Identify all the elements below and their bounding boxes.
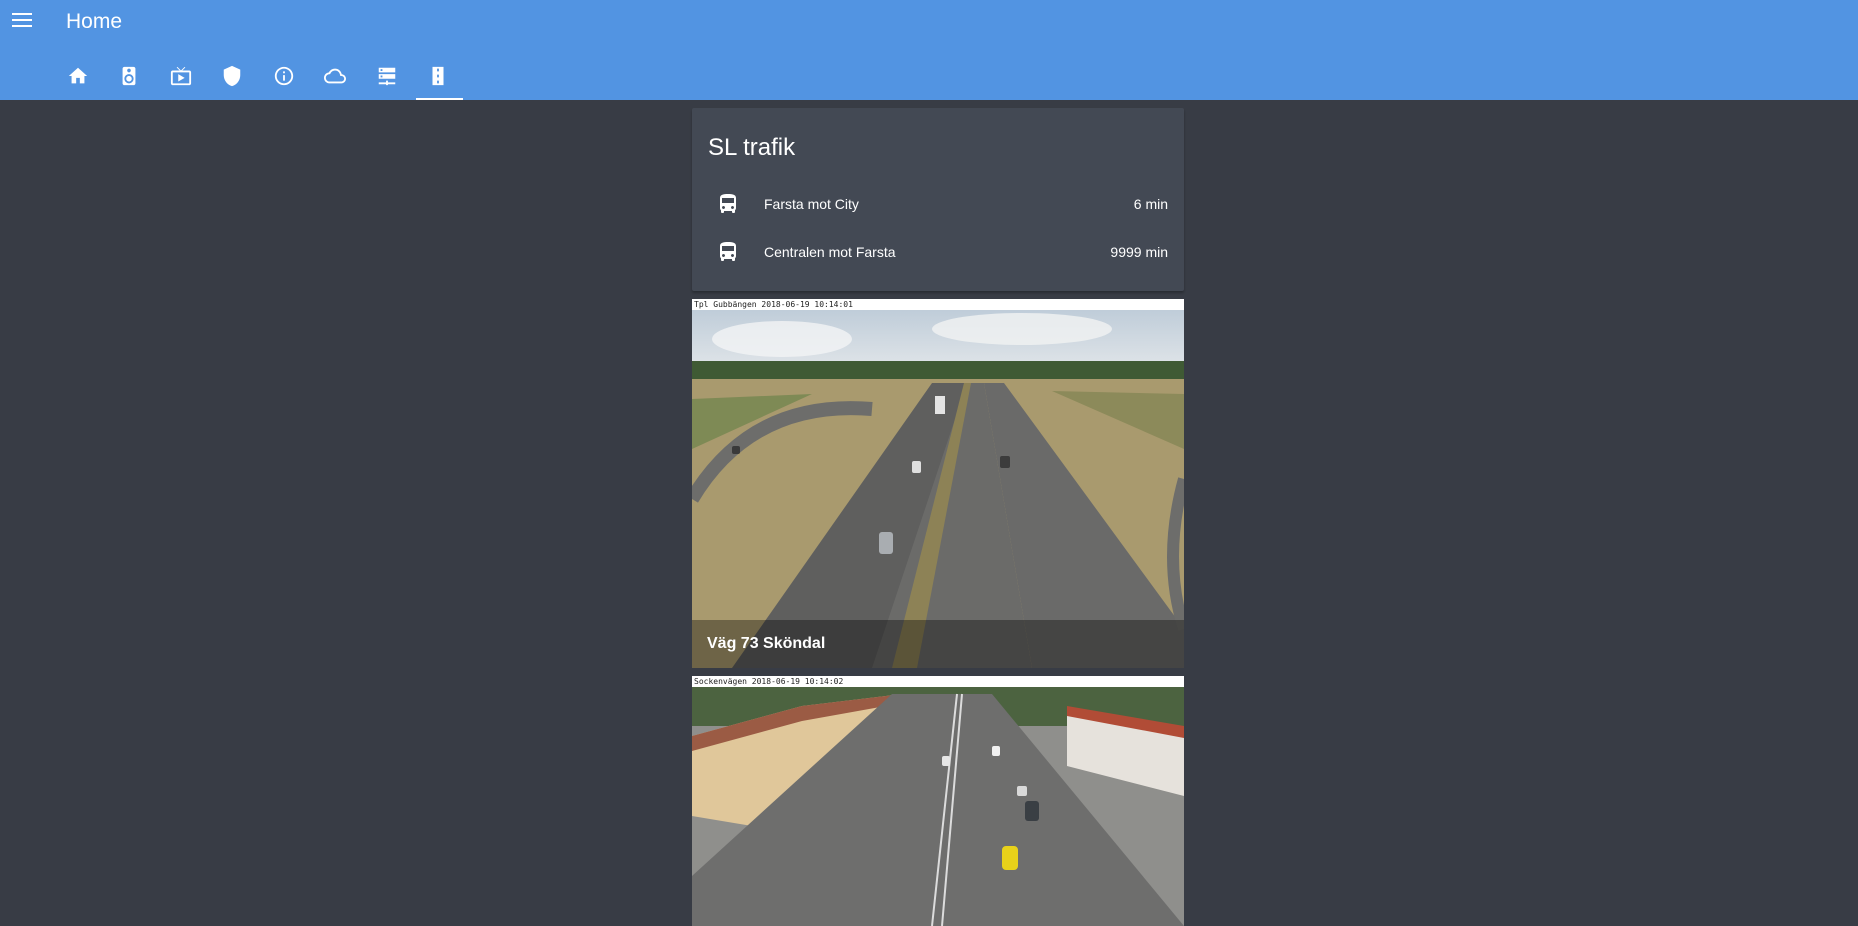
- menu-icon: [12, 13, 32, 27]
- tv-icon: [170, 66, 191, 86]
- info-icon: [274, 66, 293, 86]
- cards-column: SL trafik Farsta mot City 6 min Centrale…: [692, 108, 1184, 926]
- camera-caption: Väg 73 Sköndal: [692, 620, 1184, 668]
- cloud-icon: [324, 68, 347, 84]
- app-title: Home: [66, 10, 123, 33]
- tab-weather[interactable]: [310, 58, 362, 100]
- departure-time: 9999 min: [1110, 244, 1168, 260]
- road-icon: [432, 66, 444, 86]
- view-tabs: [52, 58, 464, 100]
- camera-card[interactable]: Tpl Gubbängen 2018-06-19 10:14:01 Väg 73…: [692, 299, 1184, 668]
- camera-image: [692, 299, 1184, 668]
- shield-icon: [224, 65, 241, 87]
- camera-timestamp: Sockenvägen 2018-06-19 10:14:02: [692, 676, 1184, 687]
- tab-home[interactable]: [52, 58, 104, 100]
- sl-trafik-card: SL trafik Farsta mot City 6 min Centrale…: [692, 108, 1184, 291]
- bus-icon: [708, 184, 748, 224]
- menu-button[interactable]: [8, 6, 36, 34]
- departure-name: Farsta mot City: [764, 196, 859, 212]
- departure-row[interactable]: Centralen mot Farsta 9999 min: [708, 232, 1168, 272]
- departure-name: Centralen mot Farsta: [764, 244, 896, 260]
- departure-row[interactable]: Farsta mot City 6 min: [708, 184, 1168, 224]
- home-icon: [68, 67, 87, 84]
- tab-traffic[interactable]: [413, 58, 465, 100]
- bus-icon: [708, 232, 748, 272]
- app-header: Home: [0, 0, 1858, 100]
- server-icon: [378, 67, 395, 86]
- speaker-icon: [122, 66, 136, 86]
- tab-speaker[interactable]: [104, 58, 156, 100]
- camera-image: [692, 676, 1184, 926]
- tab-security[interactable]: [207, 58, 259, 100]
- departure-time: 6 min: [1133, 196, 1168, 212]
- tab-tv[interactable]: [155, 58, 207, 100]
- tab-info[interactable]: [258, 58, 310, 100]
- camera-card[interactable]: Sockenvägen 2018-06-19 10:14:02: [692, 676, 1184, 926]
- card-title: SL trafik: [708, 134, 796, 161]
- tab-server[interactable]: [361, 58, 413, 100]
- camera-timestamp: Tpl Gubbängen 2018-06-19 10:14:01: [692, 299, 1184, 310]
